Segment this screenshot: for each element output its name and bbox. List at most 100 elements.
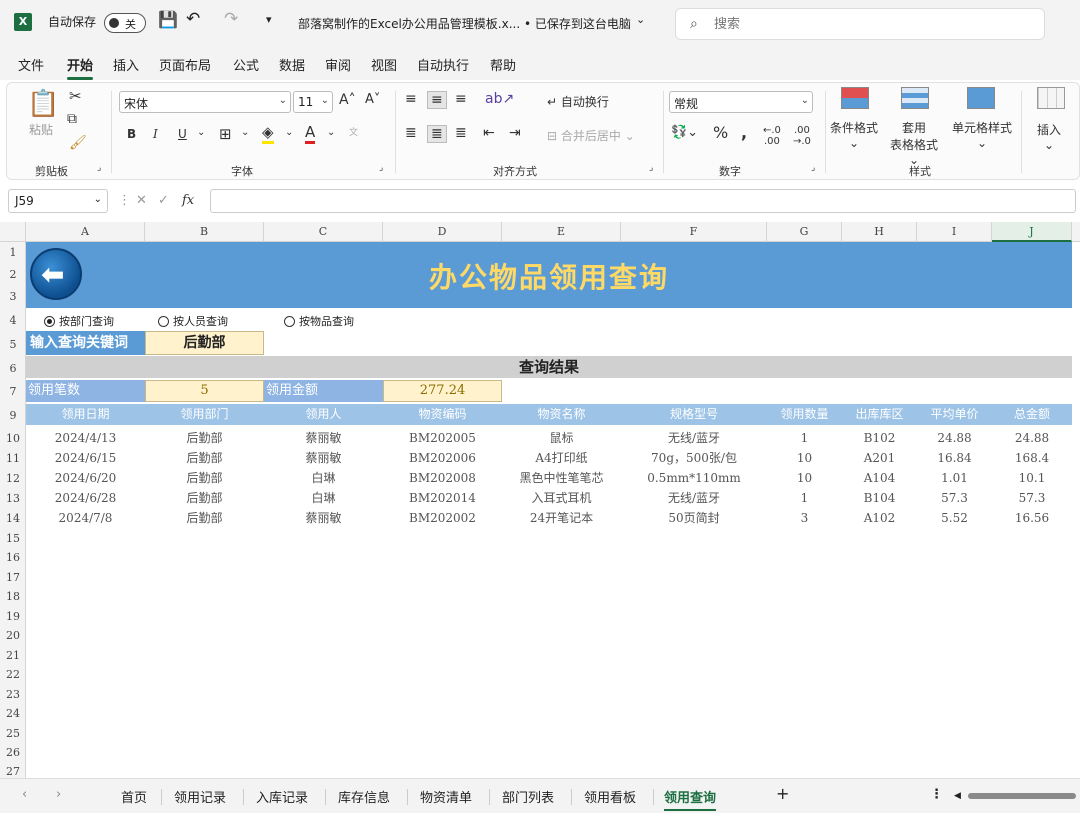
table-row[interactable]: 2024/6/20 后勤部 白琳 BM202008 黑色中性笔笔芯 0.5mm*…	[26, 468, 1072, 488]
wrap-text-button[interactable]: ↵ 自动换行	[547, 93, 609, 110]
format-as-table-button[interactable]: 套用 表格格式 ⌄	[885, 119, 943, 167]
column-header[interactable]: A	[26, 222, 145, 242]
decrease-decimal-icon[interactable]: .00 →.0	[793, 125, 811, 147]
worksheet[interactable]: 办公物品领用查询 ⬅ 按部门查询 按人员查询 按物品查询 输入查询关键词 后勤部…	[26, 242, 1080, 778]
more-options-icon[interactable]: ⋮	[930, 787, 943, 802]
row-header[interactable]: 3	[0, 290, 26, 303]
radio-by-person[interactable]: 按人员查询	[158, 313, 228, 329]
row-header[interactable]: 5	[0, 338, 26, 351]
row-header[interactable]: 4	[0, 314, 26, 327]
row-header[interactable]: 15	[0, 532, 26, 545]
conditional-format-icon[interactable]	[841, 87, 869, 109]
row-header[interactable]: 19	[0, 610, 26, 623]
cancel-icon[interactable]: ✕	[136, 193, 147, 208]
chevron-down-icon[interactable]: ⌄	[285, 127, 293, 138]
tab-insert[interactable]: 插入	[113, 55, 139, 74]
cell-styles-icon[interactable]	[967, 87, 995, 109]
dialog-launcher-icon[interactable]: ⌟	[97, 163, 101, 173]
row-header[interactable]: 6	[0, 362, 26, 375]
underline-button[interactable]: U	[178, 127, 187, 141]
column-header[interactable]: D	[383, 222, 502, 242]
row-header[interactable]: 1	[0, 246, 26, 259]
row-header[interactable]: 2	[0, 268, 26, 281]
tab-help[interactable]: 帮助	[490, 55, 516, 74]
sheet-tab-items[interactable]: 物资清单	[420, 787, 472, 806]
paste-button[interactable]: 粘贴	[29, 121, 53, 138]
autosave-toggle[interactable]: 关	[104, 13, 146, 33]
tab-data[interactable]: 数据	[279, 55, 305, 74]
format-as-table-icon[interactable]	[901, 87, 929, 109]
increase-decimal-icon[interactable]: ←.0.00	[763, 125, 781, 147]
row-header[interactable]: 16	[0, 551, 26, 564]
table-row[interactable]: 2024/6/28 后勤部 白琳 BM202014 入耳式耳机 无线/蓝牙 1 …	[26, 488, 1072, 508]
align-right-icon[interactable]: ≣	[455, 125, 467, 141]
accounting-format-icon[interactable]: 💱⌄	[671, 125, 698, 140]
sheet-tab-inventory[interactable]: 库存信息	[338, 787, 390, 806]
horizontal-scrollbar[interactable]	[968, 793, 1076, 799]
tab-automate[interactable]: 自动执行	[417, 55, 469, 74]
clipboard-icon[interactable]: 📋	[27, 89, 59, 119]
sheet-tab-records[interactable]: 领用记录	[174, 787, 226, 806]
insert-function-icon[interactable]: fx	[182, 193, 194, 208]
tab-page-layout[interactable]: 页面布局	[159, 55, 211, 74]
merge-center-button[interactable]: ⊟ 合并后居中 ⌄	[547, 127, 635, 144]
increase-indent-icon[interactable]: ⇥	[509, 125, 521, 141]
column-header[interactable]: H	[842, 222, 917, 242]
row-header[interactable]: 14	[0, 512, 26, 525]
sheet-tab-dashboard[interactable]: 领用看板	[584, 787, 636, 806]
row-header[interactable]: 27	[0, 765, 26, 778]
dialog-launcher-icon[interactable]: ⌟	[811, 163, 815, 173]
formula-input[interactable]	[210, 189, 1076, 213]
align-left-icon[interactable]: ≣	[405, 125, 417, 141]
orientation-icon[interactable]: ab↗	[485, 91, 514, 107]
select-all-corner[interactable]	[0, 222, 26, 242]
format-painter-icon[interactable]: 🖌	[69, 135, 87, 151]
align-top-icon[interactable]: ≡	[405, 91, 417, 107]
chevron-down-icon[interactable]: ⌄	[241, 127, 249, 138]
redo-icon[interactable]: ↷	[224, 9, 238, 29]
save-icon[interactable]: 💾	[158, 10, 178, 29]
italic-button[interactable]: I	[153, 127, 158, 141]
radio-by-item[interactable]: 按物品查询	[284, 313, 354, 329]
font-name-select[interactable]: 宋体 ⌄	[119, 91, 291, 113]
name-box[interactable]: J59 ⌄	[8, 189, 108, 213]
borders-icon[interactable]: ⊞	[219, 125, 232, 143]
column-header[interactable]: C	[264, 222, 383, 242]
row-header[interactable]: 22	[0, 668, 26, 681]
column-header[interactable]: B	[145, 222, 264, 242]
font-size-select[interactable]: 11 ⌄	[293, 91, 333, 113]
enter-icon[interactable]: ✓	[158, 193, 169, 208]
phonetic-guide-icon[interactable]: 文	[349, 125, 358, 138]
sheet-tab-stock-in[interactable]: 入库记录	[256, 787, 308, 806]
table-row[interactable]: 2024/6/15 后勤部 蔡丽敏 BM202006 A4打印纸 70g，500…	[26, 448, 1072, 468]
table-row[interactable]: 2024/7/8 后勤部 蔡丽敏 BM202002 24开笔记本 50页简封 3…	[26, 508, 1072, 528]
undo-icon[interactable]: ↶	[186, 9, 200, 29]
document-title[interactable]: 部落窝制作的Excel办公用品管理模板.x... • 已保存到这台电脑	[298, 15, 631, 32]
scroll-tabs-right-icon[interactable]: ›	[56, 787, 61, 802]
row-header[interactable]: 24	[0, 707, 26, 720]
row-header[interactable]: 20	[0, 629, 26, 642]
number-format-select[interactable]: 常规 ⌄	[669, 91, 813, 113]
row-header[interactable]: 10	[0, 432, 26, 445]
dialog-launcher-icon[interactable]: ⌟	[649, 163, 653, 173]
search-box[interactable]: ⌕	[675, 8, 1045, 40]
decrease-font-icon[interactable]: A˅	[365, 92, 380, 107]
row-header[interactable]: 21	[0, 649, 26, 662]
conditional-format-button[interactable]: 条件格式 ⌄	[829, 119, 879, 150]
column-header[interactable]: F	[621, 222, 767, 242]
chevron-down-icon[interactable]: ⌄	[636, 13, 645, 26]
dialog-launcher-icon[interactable]: ⌟	[379, 163, 383, 173]
comma-style-icon[interactable]: ,	[741, 123, 747, 142]
keyword-input[interactable]: 后勤部	[145, 331, 264, 355]
row-header[interactable]: 13	[0, 492, 26, 505]
scroll-left-icon[interactable]: ◀	[954, 791, 961, 801]
scroll-tabs-left-icon[interactable]: ‹	[22, 787, 27, 802]
percent-icon[interactable]: %	[713, 123, 728, 142]
chevron-down-icon[interactable]: ⌄	[327, 127, 335, 138]
tab-view[interactable]: 视图	[371, 55, 397, 74]
font-color-icon[interactable]: A	[305, 123, 316, 144]
align-bottom-icon[interactable]: ≡	[455, 91, 467, 107]
insert-cells-button[interactable]: 插入 ⌄	[1037, 121, 1061, 152]
decrease-indent-icon[interactable]: ⇤	[483, 125, 495, 141]
cell-styles-button[interactable]: 单元格样式 ⌄	[949, 119, 1015, 150]
